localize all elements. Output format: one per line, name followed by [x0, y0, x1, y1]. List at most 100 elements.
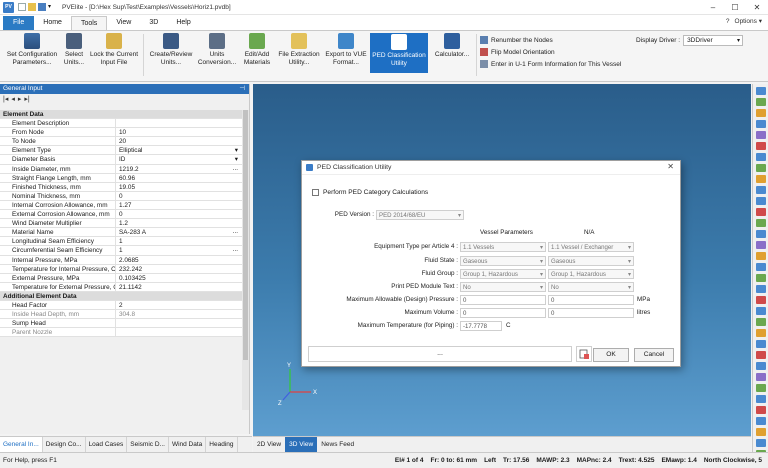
set-configuration-button[interactable]: Set Configuration Parameters...	[4, 33, 60, 67]
ped-version-select[interactable]: PED 2014/68/EU	[376, 210, 464, 220]
property-value[interactable]: 1.27	[116, 201, 242, 209]
view-tool-icon[interactable]	[755, 296, 766, 304]
view-tool-icon[interactable]	[755, 263, 766, 271]
next-element-icon[interactable]: ▸	[18, 95, 22, 103]
maximize-button[interactable]: ☐	[724, 0, 746, 15]
view-tool-icon[interactable]	[755, 208, 766, 216]
property-value[interactable]: 1219.2	[116, 165, 242, 173]
property-value[interactable]: 1	[116, 246, 242, 254]
field-select[interactable]: No	[548, 282, 634, 292]
flip-orientation-button[interactable]: Flip Model Orientation	[480, 48, 555, 56]
tab-help[interactable]: Help	[167, 16, 199, 30]
property-value[interactable]: Elliptical	[116, 146, 242, 154]
property-value[interactable]: 0.103425	[116, 274, 242, 282]
checkbox[interactable]	[312, 189, 319, 196]
view-tool-icon[interactable]	[755, 241, 766, 249]
property-value[interactable]: 2.0685	[116, 256, 242, 264]
view-tool-icon[interactable]	[755, 131, 766, 139]
new-file-icon[interactable]	[18, 3, 26, 11]
lock-input-file-button[interactable]: Lock the Current Input File	[88, 33, 140, 67]
view-tool-icon[interactable]	[755, 318, 766, 326]
field-select[interactable]: 1.1 Vessel / Exchanger	[548, 242, 634, 252]
tab-3d[interactable]: 3D	[140, 16, 167, 30]
property-value[interactable]	[116, 119, 242, 127]
scrollbar-thumb[interactable]	[243, 110, 248, 360]
view-tool-icon[interactable]	[755, 230, 766, 238]
view-tool-icon[interactable]	[755, 120, 766, 128]
field-select[interactable]: No	[460, 282, 546, 292]
view-tool-icon[interactable]	[755, 274, 766, 282]
view-tool-icon[interactable]	[755, 219, 766, 227]
ok-button[interactable]: OK	[593, 348, 629, 362]
category-row[interactable]: Additional Element Data	[0, 291, 242, 301]
tab-file[interactable]: File	[3, 16, 35, 30]
tab-wind-data[interactable]: Wind Data	[169, 437, 207, 452]
chevron-down-icon[interactable]: ▾	[48, 3, 56, 11]
property-value[interactable]: 0	[116, 192, 242, 200]
ped-classification-button[interactable]: PED Classification Utility	[370, 33, 428, 73]
property-value[interactable]: 19.05	[116, 183, 242, 191]
property-value[interactable]	[116, 319, 242, 327]
units-conversion-button[interactable]: Units Conversion...	[196, 33, 238, 67]
field-select[interactable]: Gaseous	[460, 256, 546, 266]
field-input[interactable]: 0	[460, 295, 546, 305]
tab-tools[interactable]: Tools	[70, 16, 108, 30]
view-tool-icon[interactable]	[755, 197, 766, 205]
view-tool-icon[interactable]	[755, 351, 766, 359]
property-value[interactable]: ID	[116, 155, 242, 163]
panel-scrollbar[interactable]	[242, 110, 249, 410]
create-review-units-button[interactable]: Create/Review Units...	[146, 33, 196, 67]
print-report-button[interactable]	[576, 346, 592, 362]
view-tool-icon[interactable]	[755, 175, 766, 183]
display-driver-select[interactable]: 3DDriver	[683, 35, 744, 46]
property-value[interactable]: 10	[116, 128, 242, 136]
tab-news-feed[interactable]: News Feed	[317, 437, 358, 452]
field-input[interactable]: -17.7778	[460, 321, 502, 331]
field-select[interactable]: Group 1, Hazardous	[460, 269, 546, 279]
view-tool-icon[interactable]	[755, 373, 766, 381]
view-tool-icon[interactable]	[755, 252, 766, 260]
last-element-icon[interactable]: ▸|	[24, 95, 29, 103]
app-logo-icon[interactable]: PV	[3, 1, 14, 13]
export-vue-button[interactable]: Export to VUE Format...	[322, 33, 370, 67]
tab-seismic-data[interactable]: Seismic D...	[127, 437, 169, 452]
property-value[interactable]: 304.8	[116, 310, 242, 318]
field-select[interactable]: 1.1 Vessels	[460, 242, 546, 252]
calculator-button[interactable]: Calculator...	[432, 33, 472, 59]
view-tool-icon[interactable]	[755, 395, 766, 403]
view-tool-icon[interactable]	[755, 362, 766, 370]
view-tool-icon[interactable]	[755, 428, 766, 436]
property-value[interactable]	[116, 328, 242, 336]
tab-view[interactable]: View	[107, 16, 140, 30]
pin-icon[interactable]: ⊣	[239, 84, 245, 94]
tab-general-input[interactable]: General In...	[0, 437, 43, 452]
property-value[interactable]: 232.242	[116, 265, 242, 273]
view-tool-icon[interactable]	[755, 439, 766, 447]
view-tool-icon[interactable]	[755, 417, 766, 425]
property-value[interactable]: 1.2	[116, 219, 242, 227]
view-tool-icon[interactable]	[755, 164, 766, 172]
tab-2d-view[interactable]: 2D View	[253, 437, 285, 452]
view-tool-icon[interactable]	[755, 406, 766, 414]
options-menu[interactable]: Options ▾	[735, 17, 762, 25]
view-tool-icon[interactable]	[755, 87, 766, 95]
first-element-icon[interactable]: |◂	[3, 95, 8, 103]
property-value[interactable]: 20	[116, 137, 242, 145]
save-icon[interactable]	[38, 3, 46, 11]
property-value[interactable]: 1	[116, 237, 242, 245]
view-tool-icon[interactable]	[755, 307, 766, 315]
view-tool-icon[interactable]	[755, 109, 766, 117]
tab-3d-view[interactable]: 3D View	[285, 437, 318, 452]
property-value[interactable]: 21.1142	[116, 283, 242, 291]
tab-design-constraints[interactable]: Design Co...	[43, 437, 86, 452]
view-tool-icon[interactable]	[755, 186, 766, 194]
help-icon[interactable]: ?	[726, 18, 730, 25]
property-value[interactable]: 0	[116, 210, 242, 218]
open-folder-icon[interactable]	[28, 3, 36, 11]
field-input[interactable]: 0	[548, 295, 634, 305]
dialog-close-button[interactable]: ✕	[667, 162, 674, 171]
field-select[interactable]: Group 1, Hazardous	[548, 269, 634, 279]
view-tool-icon[interactable]	[755, 285, 766, 293]
view-tool-icon[interactable]	[755, 384, 766, 392]
field-select[interactable]: Gaseous	[548, 256, 634, 266]
